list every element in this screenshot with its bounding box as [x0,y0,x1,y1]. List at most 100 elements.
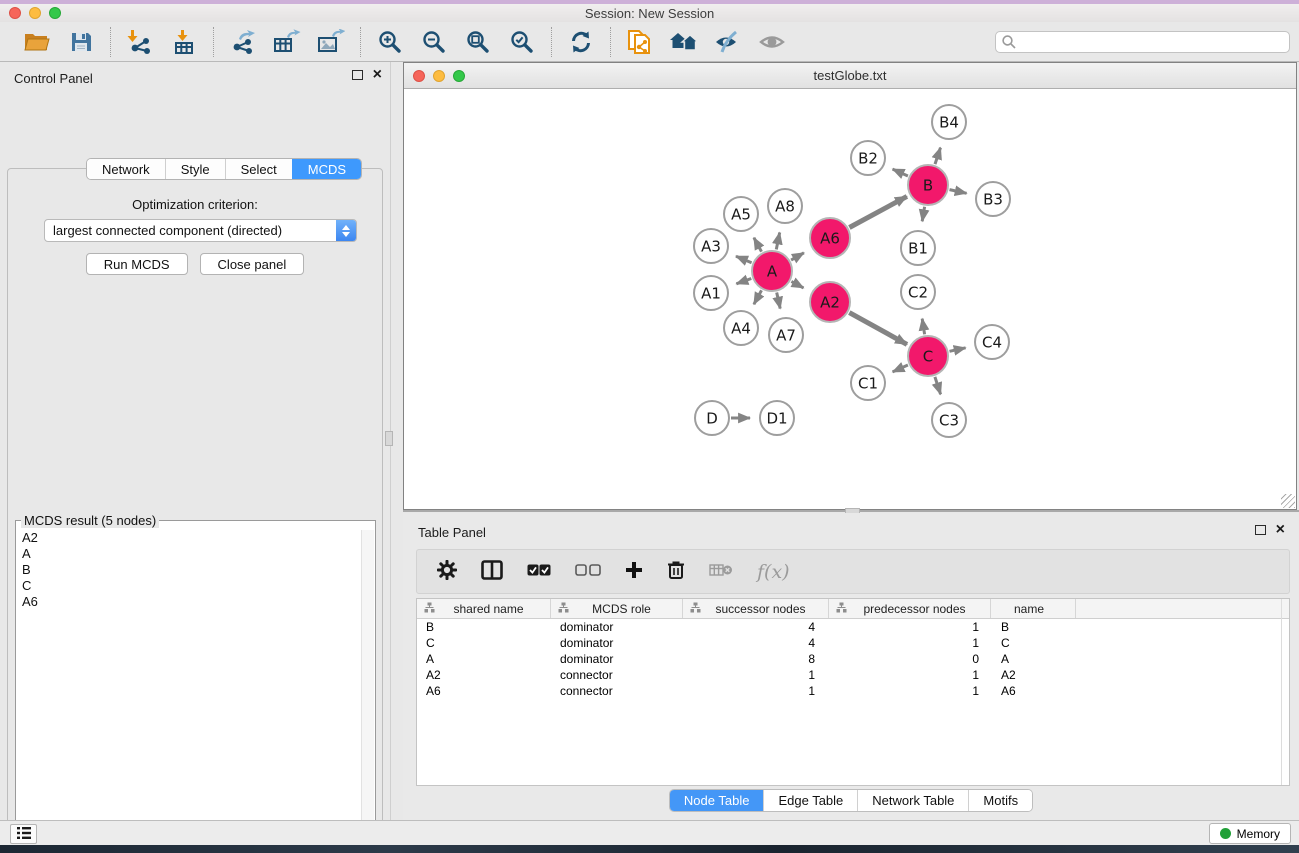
graph-edge-B-B1[interactable] [922,207,924,222]
graph-edge-A-A6[interactable] [791,253,804,260]
table-cell[interactable]: 1 [829,668,991,682]
add-column-button[interactable] [625,561,643,582]
graph-edge-C-C3[interactable] [935,377,941,394]
hide-panel-button[interactable] [713,27,743,57]
tab-node-table[interactable]: Node Table [670,790,764,811]
table-row[interactable]: A6connector11A6 [417,683,1289,699]
table-cell[interactable]: A2 [991,668,1076,682]
close-panel-icon[interactable]: × [373,70,382,80]
run-mcds-button[interactable]: Run MCDS [86,253,188,275]
vertical-splitter-handle[interactable] [385,431,393,446]
graph-edge-A-A4[interactable] [754,290,762,304]
table-cell[interactable]: A [991,652,1076,666]
zoom-in-button[interactable] [375,27,405,57]
import-network-button[interactable] [125,27,155,57]
column-header-shared-name[interactable]: shared name [417,599,551,618]
graph-edge-B-B3[interactable] [950,190,967,194]
open-session-button[interactable] [22,27,52,57]
graph-edge-A6-B[interactable] [849,196,907,227]
dropdown-stepper[interactable] [336,220,356,241]
table-cell[interactable]: A6 [417,684,551,698]
export-image-button[interactable] [316,27,346,57]
graph-edge-A-A3[interactable] [736,256,752,263]
result-list-item[interactable]: A2 [17,530,361,546]
tab-network[interactable]: Network [87,159,165,179]
show-panel-button[interactable] [757,27,787,57]
show-column-panel-button[interactable] [481,560,503,583]
tab-select[interactable]: Select [225,159,292,179]
home-networks-button[interactable] [669,27,699,57]
refresh-layout-button[interactable] [566,27,596,57]
table-cell[interactable]: 1 [829,620,991,634]
export-network-button[interactable] [228,27,258,57]
table-cell[interactable]: A2 [417,668,551,682]
table-row[interactable]: Bdominator41B [417,619,1289,635]
float-panel-icon[interactable] [352,70,363,80]
criterion-dropdown[interactable]: largest connected component (directed) [44,219,357,242]
table-cell[interactable]: 4 [683,620,829,634]
table-cell[interactable]: dominator [551,652,683,666]
table-settings-button[interactable] [437,560,457,583]
table-cell[interactable]: dominator [551,636,683,650]
result-list-item[interactable]: B [17,562,361,578]
tab-motifs[interactable]: Motifs [968,790,1032,811]
table-cell[interactable]: A [417,652,551,666]
import-table-button[interactable] [169,27,199,57]
graph-edge-C-C4[interactable] [950,348,966,352]
table-row[interactable]: Cdominator41C [417,635,1289,651]
window-resize-grip[interactable] [1281,494,1295,508]
zoom-selected-button[interactable] [507,27,537,57]
delete-column-button[interactable] [667,560,685,583]
column-header-name[interactable]: name [991,599,1076,618]
table-cell[interactable]: C [991,636,1076,650]
graph-edge-C-C1[interactable] [893,365,908,372]
table-cell[interactable]: dominator [551,620,683,634]
close-panel-button[interactable]: Close panel [200,253,305,275]
network-canvas[interactable]: B4B2BB3A8A5A6A3B1AA1C2A2A4A7C4CC1C3DD1 [404,89,1296,509]
search-input[interactable] [995,31,1290,53]
column-header-mcds-role[interactable]: MCDS role [551,599,683,618]
column-header-successor-nodes[interactable]: successor nodes [683,599,829,618]
save-session-button[interactable] [66,27,96,57]
float-table-panel-icon[interactable] [1255,525,1266,535]
memory-button[interactable]: Memory [1209,823,1291,844]
task-history-button[interactable] [10,824,37,844]
graph-edge-A-A5[interactable] [754,238,762,252]
result-scrollbar[interactable] [361,530,374,853]
result-list-item[interactable]: A6 [17,594,361,610]
zoom-fit-button[interactable] [463,27,493,57]
table-row[interactable]: A2connector11A2 [417,667,1289,683]
table-cell[interactable]: 4 [683,636,829,650]
table-cell[interactable]: 1 [829,684,991,698]
result-list-item[interactable]: A [17,546,361,562]
deselect-all-button[interactable] [575,564,601,579]
select-all-button[interactable] [527,564,551,579]
table-cell[interactable]: 1 [829,636,991,650]
table-cell[interactable]: C [417,636,551,650]
graph-edge-B-B2[interactable] [893,169,908,176]
graph-edge-A-A8[interactable] [776,233,779,250]
graph-edge-B-B4[interactable] [935,148,941,165]
table-cell[interactable]: 8 [683,652,829,666]
table-cell[interactable]: B [417,620,551,634]
table-cell[interactable]: 1 [683,684,829,698]
tab-network-table[interactable]: Network Table [857,790,968,811]
table-cell[interactable]: connector [551,684,683,698]
function-builder-button[interactable]: f(x) [757,561,790,583]
table-cell[interactable]: 1 [683,668,829,682]
tab-edge-table[interactable]: Edge Table [763,790,857,811]
table-cell[interactable]: B [991,620,1076,634]
tab-mcds[interactable]: MCDS [292,159,361,179]
tab-style[interactable]: Style [165,159,225,179]
zoom-out-button[interactable] [419,27,449,57]
close-table-panel-icon[interactable]: × [1276,525,1285,535]
table-cell[interactable]: A6 [991,684,1076,698]
graph-edge-A2-C[interactable] [849,313,907,345]
copy-style-button[interactable] [625,27,655,57]
table-row[interactable]: Adominator80A [417,651,1289,667]
graph-edge-A-A1[interactable] [736,279,751,284]
network-window-titlebar[interactable]: testGlobe.txt [404,63,1296,89]
table-cell[interactable]: 0 [829,652,991,666]
column-header-predecessor-nodes[interactable]: predecessor nodes [829,599,991,618]
graph-edge-A-A2[interactable] [791,281,803,288]
